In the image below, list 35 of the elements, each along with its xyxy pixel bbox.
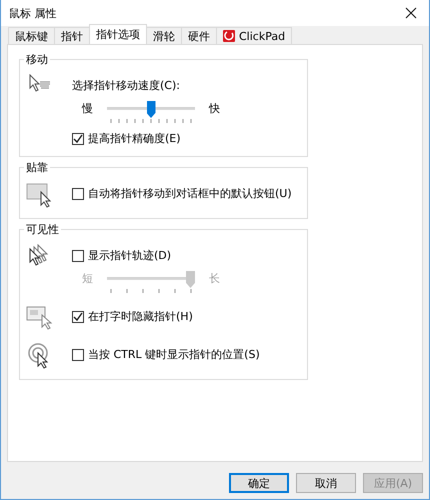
checkbox-label: 当按 CTRL 键时显示指针的位置(S) — [88, 347, 260, 362]
slider-thumb[interactable] — [146, 101, 156, 118]
pointer-speed-icon — [28, 74, 52, 94]
slider-min-label: 慢 — [82, 101, 93, 116]
checkmark-icon — [73, 134, 83, 144]
checkbox-label: 自动将指针移动到对话框中的默认按钮(U) — [88, 186, 292, 201]
dialog-button[interactable]: 取消 — [296, 473, 356, 493]
checkbox[interactable] — [72, 250, 84, 262]
group-title: 移动 — [24, 52, 50, 67]
touchpad-logo-icon — [223, 30, 235, 42]
checkmark-icon — [73, 312, 83, 322]
slider-max-label: 快 — [209, 101, 220, 116]
checkbox[interactable] — [72, 348, 84, 360]
tab[interactable]: ClickPad — [216, 27, 292, 44]
tab[interactable]: 指针 — [54, 27, 90, 44]
dialog-button[interactable]: 确定 — [229, 473, 289, 493]
close-icon — [405, 7, 417, 19]
window-title: 鼠标 属性 — [9, 6, 56, 20]
tab[interactable]: 硬件 — [181, 27, 217, 44]
snap-pointer-icon — [26, 182, 54, 208]
checkbox[interactable] — [72, 310, 84, 322]
checkbox-label: 提高指针精确度(E) — [88, 131, 181, 146]
checkbox-label: 显示指针轨迹(D) — [88, 248, 172, 263]
tab[interactable]: 指针选项 — [89, 24, 147, 44]
checkbox[interactable] — [72, 188, 84, 200]
checkbox-label: 在打字时隐藏指针(H) — [88, 309, 193, 324]
slider-max-label: 长 — [209, 271, 220, 286]
hide-pointer-icon — [26, 305, 54, 331]
slider-label: 选择指针移动速度(C): — [72, 78, 181, 93]
group-title: 贴靠 — [24, 160, 50, 175]
group-title: 可见性 — [24, 222, 61, 237]
tab[interactable]: 滑轮 — [146, 27, 182, 44]
slider-min-label: 短 — [82, 271, 93, 286]
checkbox[interactable] — [72, 132, 84, 144]
tab[interactable]: 鼠标键 — [8, 27, 55, 44]
